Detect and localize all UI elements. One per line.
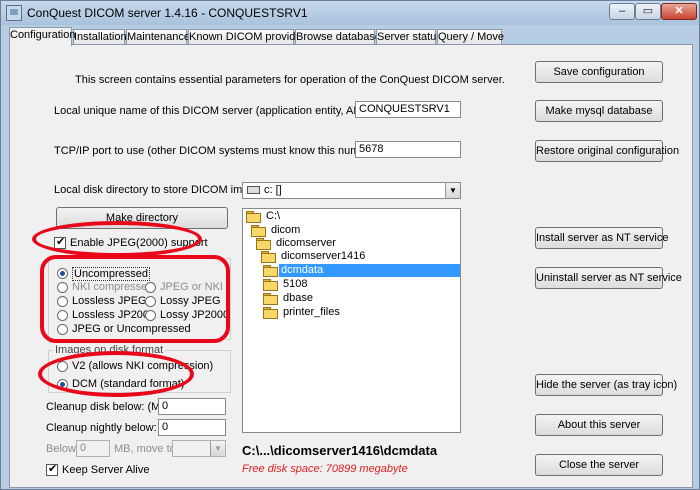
folder-open-icon xyxy=(256,238,271,250)
disk-format-group: Images on disk format V2 (allows NKI com… xyxy=(48,344,231,393)
label-v2-format: V2 (allows NKI compression) xyxy=(72,360,214,372)
free-disk-space: Free disk space: 70899 megabyte xyxy=(242,463,408,475)
radio-jpeg-or-nki[interactable] xyxy=(145,282,156,293)
folder-icon xyxy=(263,279,278,291)
directory-label: Local disk directory to store DICOM imag… xyxy=(54,184,273,196)
make-directory-button[interactable]: Make directory xyxy=(56,207,228,229)
below-label: Below xyxy=(46,443,76,455)
tab-browse-database[interactable]: Browse database xyxy=(295,29,381,45)
label-lossless-jp2000: Lossless JP2000 xyxy=(72,309,156,321)
label-nki-compressed: NKI compressed xyxy=(72,281,154,293)
disk-format-legend: Images on disk format xyxy=(53,344,166,356)
about-server-button[interactable]: About this server xyxy=(535,414,663,436)
close-window-button[interactable]: ✕ xyxy=(661,3,697,20)
compression-group: Uncompressed NKI compressed JPEG or NKI … xyxy=(48,258,231,340)
drive-icon xyxy=(247,186,260,194)
folder-open-icon xyxy=(261,251,276,263)
move-to-select[interactable]: ▼ xyxy=(172,440,226,457)
label-lossy-jpeg: Lossy JPEG xyxy=(160,295,221,307)
folder-icon xyxy=(263,293,278,305)
drive-value: c: [] xyxy=(264,184,282,196)
directory-tree[interactable]: C:\ dicom dicomserver dicomserver1416 dc… xyxy=(242,208,461,433)
radio-uncompressed[interactable] xyxy=(57,268,68,279)
radio-jpeg-or-uncompressed[interactable] xyxy=(57,324,68,335)
save-configuration-button[interactable]: Save configuration xyxy=(535,61,663,83)
cleanup-disk-label: Cleanup disk below: (MB) xyxy=(46,401,172,413)
enable-jpeg-checkbox[interactable] xyxy=(54,235,66,249)
chevron-down-icon[interactable]: ▼ xyxy=(210,441,225,456)
ae-label: Local unique name of this DICOM server (… xyxy=(54,105,371,117)
make-mysql-database-button[interactable]: Make mysql database xyxy=(535,100,663,122)
below-input[interactable]: 0 xyxy=(76,440,110,457)
move-to-label: MB, move to: xyxy=(114,443,179,455)
label-uncompressed: Uncompressed xyxy=(72,267,150,281)
keep-alive-label: Keep Server Alive xyxy=(62,464,150,476)
label-lossy-jp2000: Lossy JP2000 xyxy=(160,309,230,321)
tab-configuration[interactable]: Configuration xyxy=(9,27,75,46)
folder-open-icon xyxy=(251,225,266,237)
port-label: TCP/IP port to use (other DICOM systems … xyxy=(54,145,386,157)
close-server-button[interactable]: Close the server xyxy=(535,454,663,476)
label-dcm-format: DCM (standard format) xyxy=(72,378,185,390)
title-bar[interactable]: ConQuest DICOM server 1.4.16 - CONQUESTS… xyxy=(1,1,699,25)
tab-query-move[interactable]: Query / Move xyxy=(437,29,504,45)
window-title: ConQuest DICOM server 1.4.16 - CONQUESTS… xyxy=(27,6,308,20)
radio-v2-format[interactable] xyxy=(57,361,68,372)
tab-maintenance[interactable]: Maintenance xyxy=(126,29,190,45)
tab-known-dicom-providers[interactable]: Known DICOM providers xyxy=(188,29,311,45)
configuration-panel: This screen contains essential parameter… xyxy=(9,44,693,488)
uninstall-nt-service-button[interactable]: Uninstall server as NT service xyxy=(535,267,682,289)
folder-icon xyxy=(263,307,278,319)
radio-lossy-jpeg[interactable] xyxy=(145,296,156,307)
radio-lossless-jpeg[interactable] xyxy=(57,296,68,307)
tab-server-status[interactable]: Server status xyxy=(376,29,442,45)
app-window: ConQuest DICOM server 1.4.16 - CONQUESTS… xyxy=(0,0,700,490)
hide-server-button[interactable]: Hide the server (as tray icon) xyxy=(535,374,677,396)
radio-nki-compressed[interactable] xyxy=(57,282,68,293)
current-path: C:\...\dicomserver1416\dcmdata xyxy=(242,443,438,458)
app-icon xyxy=(6,5,22,21)
drive-select[interactable]: c: [] ▼ xyxy=(242,182,461,199)
enable-jpeg-label: Enable JPEG(2000) support xyxy=(70,237,208,249)
folder-open-icon xyxy=(263,265,278,277)
ae-title-input[interactable]: CONQUESTSRV1 xyxy=(355,101,461,118)
folder-open-icon xyxy=(246,211,261,223)
intro-text: This screen contains essential parameter… xyxy=(75,74,505,86)
restore-configuration-button[interactable]: Restore original configuration xyxy=(535,140,679,162)
minimize-button[interactable]: – xyxy=(609,3,635,20)
cleanup-disk-input[interactable]: 0 xyxy=(158,398,226,415)
tab-installation[interactable]: Installation xyxy=(73,29,127,45)
label-jpeg-or-nki: JPEG or NKI xyxy=(160,281,223,293)
radio-dcm-format[interactable] xyxy=(57,379,68,390)
keep-alive-checkbox[interactable] xyxy=(46,462,58,476)
radio-lossy-jp2000[interactable] xyxy=(145,310,156,321)
label-jpeg-or-uncompressed: JPEG or Uncompressed xyxy=(72,323,191,335)
chevron-down-icon[interactable]: ▼ xyxy=(445,183,460,198)
cleanup-nightly-input[interactable]: 0 xyxy=(158,419,226,436)
radio-lossless-jp2000[interactable] xyxy=(57,310,68,321)
install-nt-service-button[interactable]: Install server as NT service xyxy=(535,227,668,249)
port-input[interactable]: 5678 xyxy=(355,141,461,158)
label-lossless-jpeg: Lossless JPEG xyxy=(72,295,147,307)
maximize-button[interactable]: ▭ xyxy=(635,3,661,20)
